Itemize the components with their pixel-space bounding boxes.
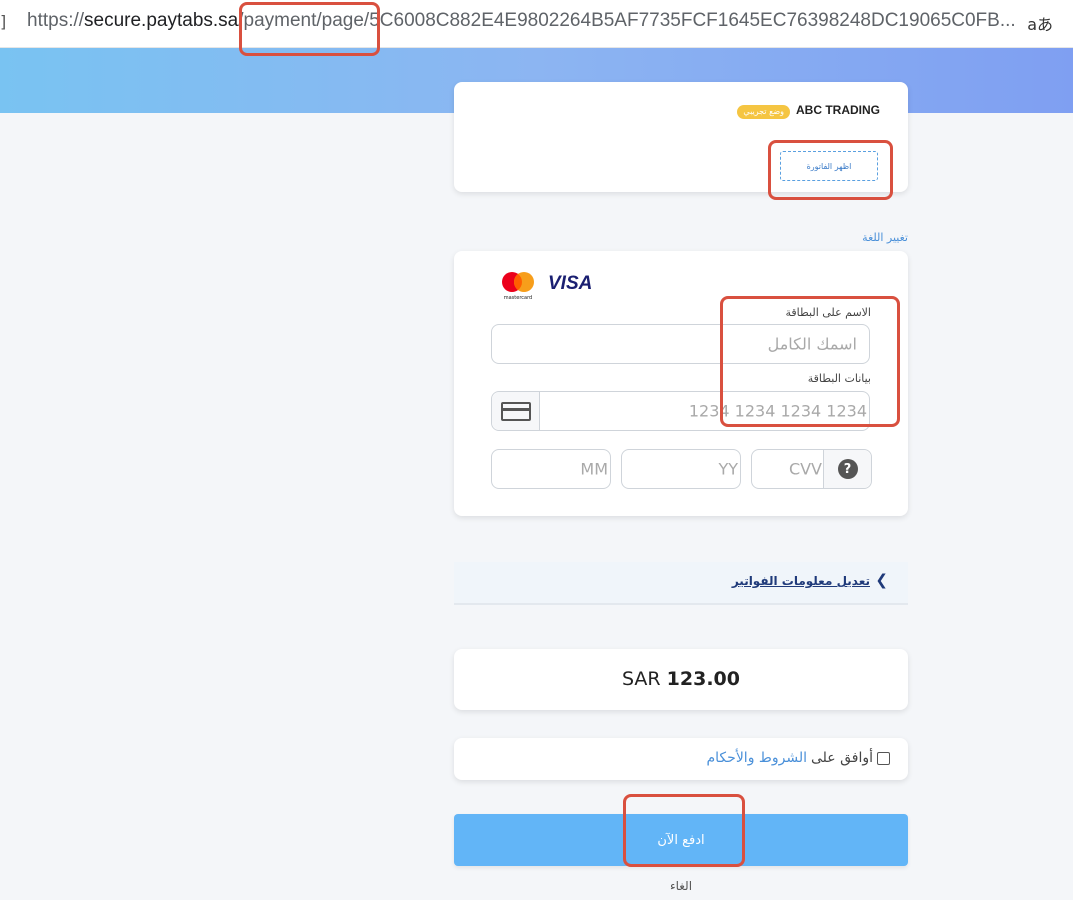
- address-url[interactable]: https://secure.paytabs.sa/payment/page/5…: [27, 10, 1016, 32]
- card-details-label: بيانات البطاقة: [807, 372, 871, 385]
- yy-placeholder: YY: [718, 459, 738, 479]
- change-language-link[interactable]: تغيير اللغة: [862, 231, 908, 244]
- chevron-left-icon[interactable]: ❮: [875, 571, 888, 589]
- page-info-icon[interactable]: ]: [0, 12, 6, 31]
- mm-placeholder: MM: [580, 459, 608, 479]
- terms-prefix: أوافق على: [810, 750, 873, 766]
- edit-billing-link[interactable]: تعديل معلومات الفواتير: [732, 574, 870, 588]
- amount-value: 123.00: [666, 668, 740, 690]
- billing-info-bar: تعديل معلومات الفواتير ❮: [454, 562, 908, 605]
- amount-display: SAR 123.00: [454, 668, 908, 690]
- payment-form-card: mastercard VISA الاسم على البطاقة اسمك ا…: [454, 251, 908, 516]
- card-number-placeholder: 1234 1234 1234 1234: [688, 401, 867, 421]
- pay-now-button[interactable]: ادفع الآن: [454, 814, 908, 866]
- terms-row: الشروط والأحكام أوافق على: [707, 750, 890, 766]
- credit-card-icon: [501, 402, 531, 421]
- name-on-card-label: الاسم على البطاقة: [785, 306, 872, 319]
- mastercard-text: mastercard: [504, 295, 532, 301]
- cancel-link[interactable]: الغاء: [454, 879, 908, 893]
- expiry-month-input[interactable]: MM: [491, 449, 611, 489]
- terms-card: الشروط والأحكام أوافق على: [454, 738, 908, 780]
- amount-card: SAR 123.00: [454, 649, 908, 710]
- amount-currency: SAR: [622, 668, 661, 690]
- browser-address-bar: ] https://secure.paytabs.sa/payment/page…: [0, 0, 1073, 48]
- show-invoice-button[interactable]: اظهر الفاتورة: [780, 151, 878, 181]
- name-placeholder: اسمك الكامل: [767, 334, 857, 354]
- merchant-name: ABC TRADING: [796, 103, 880, 117]
- mastercard-logo: mastercard: [502, 272, 534, 301]
- terms-link[interactable]: الشروط والأحكام: [707, 750, 807, 766]
- name-on-card-input[interactable]: اسمك الكامل: [491, 324, 870, 364]
- merchant-card: ABC TRADING وضع تجريبي اظهر الفاتورة: [454, 82, 908, 192]
- visa-logo: VISA: [548, 273, 593, 294]
- expiry-year-input[interactable]: YY: [621, 449, 741, 489]
- url-path: /payment/page/5C6008C882E4E9802264B5AF77…: [238, 10, 1016, 31]
- cvv-placeholder: CVV: [788, 459, 822, 479]
- translate-icon[interactable]: aあ: [1027, 11, 1053, 35]
- url-host: secure.paytabs.sa: [84, 10, 239, 31]
- cvv-help-box[interactable]: ?: [823, 450, 871, 488]
- card-number-input[interactable]: 1234 1234 1234 1234: [491, 391, 870, 431]
- help-icon: ?: [837, 459, 858, 479]
- cvv-input[interactable]: CVV ?: [751, 449, 872, 489]
- url-scheme: https://: [27, 10, 85, 31]
- terms-checkbox[interactable]: [877, 751, 890, 765]
- test-mode-badge: وضع تجريبي: [737, 105, 790, 119]
- card-icon-box: [492, 392, 540, 430]
